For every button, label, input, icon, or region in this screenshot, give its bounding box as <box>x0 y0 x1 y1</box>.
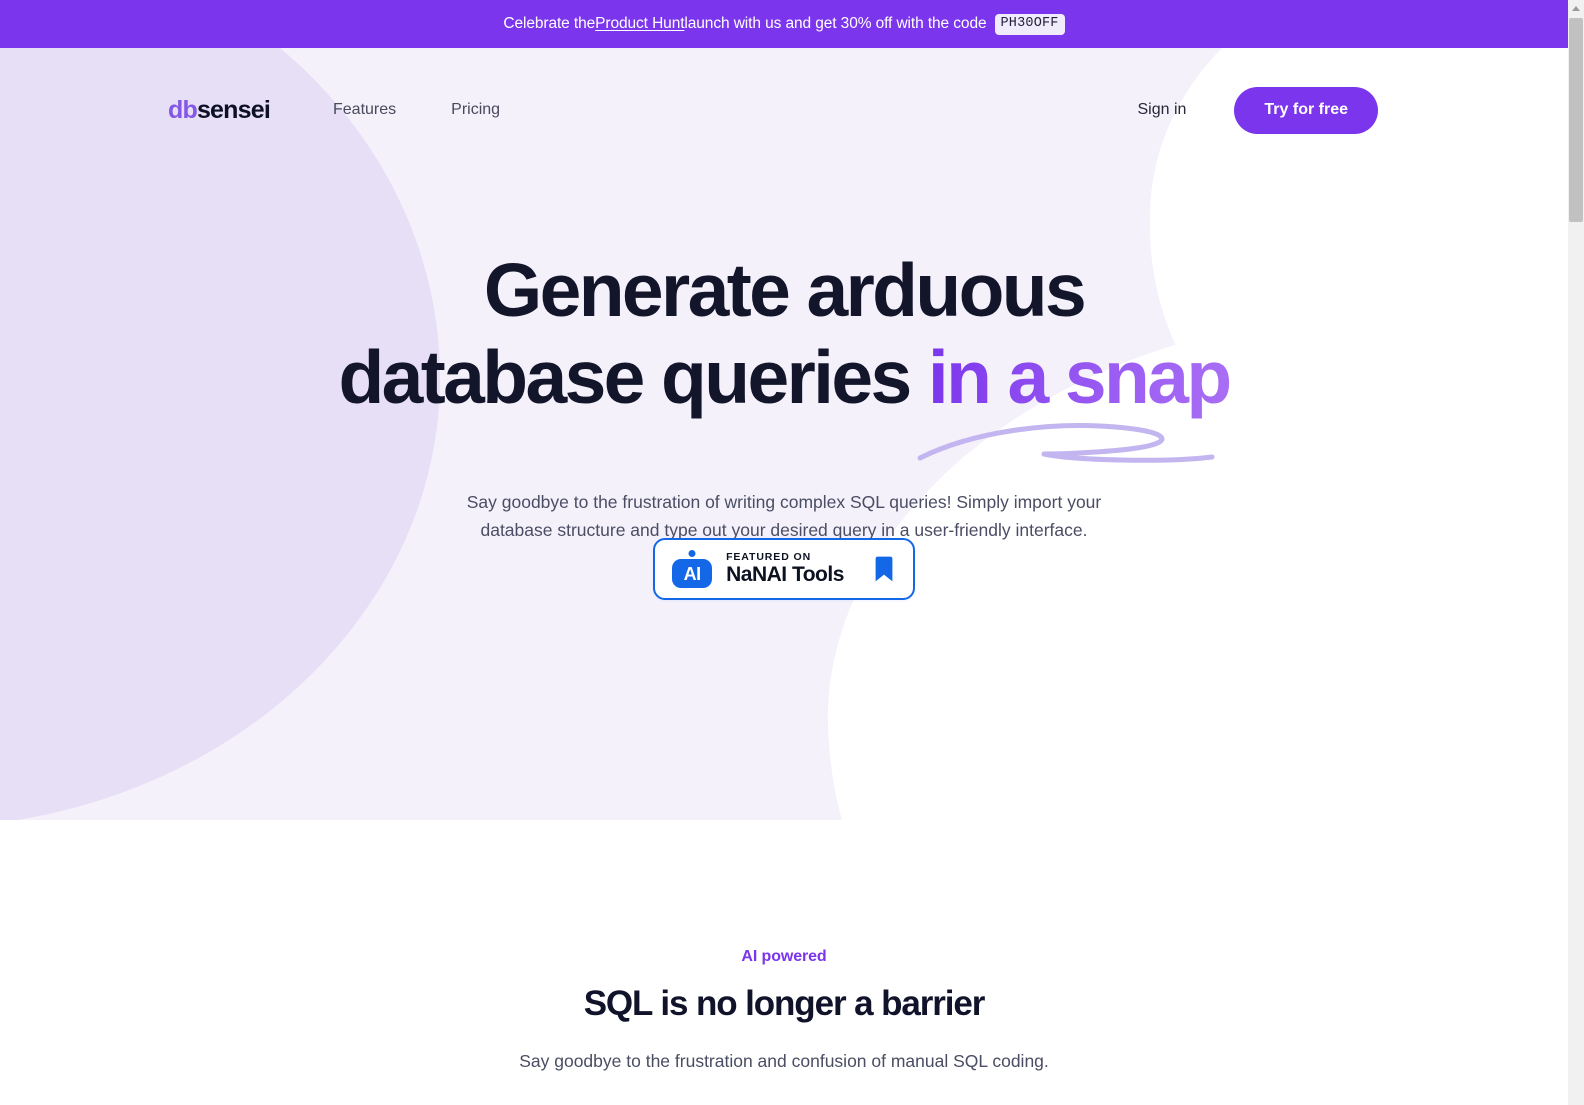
try-for-free-button[interactable]: Try for free <box>1234 86 1378 134</box>
badge-kicker: FEATURED ON <box>726 550 812 563</box>
sign-in-link[interactable]: Sign in <box>1137 101 1186 119</box>
hero-subtitle-line-1: Say goodbye to the frustration of writin… <box>466 492 1102 512</box>
page-content: Celebrate the Product Hunt launch with u… <box>0 0 1568 1105</box>
product-hunt-link[interactable]: Product Hunt <box>595 15 684 33</box>
scrollbar-thumb[interactable] <box>1569 18 1583 222</box>
nav-links: Features Pricing <box>333 101 500 119</box>
promo-prefix: Celebrate the <box>503 15 596 32</box>
browser-viewport: Celebrate the Product Hunt launch with u… <box>0 0 1584 1105</box>
hero-section: dbsensei Features Pricing Sign in Try fo… <box>0 48 1568 820</box>
hero-content: dbsensei Features Pricing Sign in Try fo… <box>0 48 1568 820</box>
section-subtitle: Say goodbye to the frustration and confu… <box>519 1051 1049 1071</box>
hero-subtitle: Say goodbye to the frustration of writin… <box>0 488 1568 544</box>
headline-accent-text: in a snap <box>927 335 1232 419</box>
badge-title: NaNAI Tools <box>726 563 844 587</box>
brand-logo[interactable]: dbsensei <box>168 95 271 125</box>
headline-line-1: Generate arduous <box>483 248 1087 332</box>
section-eyebrow: AI powered <box>741 948 827 965</box>
main-navigation: dbsensei Features Pricing Sign in Try fo… <box>0 48 1568 172</box>
nav-link-features[interactable]: Features <box>333 101 396 119</box>
squiggle-underline-icon <box>917 423 1215 463</box>
promo-banner: Celebrate the Product Hunt launch with u… <box>0 0 1568 48</box>
ai-icon-label: AI <box>683 563 702 584</box>
nav-link-pricing[interactable]: Pricing <box>451 101 500 119</box>
nav-actions: Sign in Try for free <box>1137 86 1378 134</box>
headline-line-2: database queries in a snap <box>0 340 1568 415</box>
logo-text-db: db <box>168 95 198 124</box>
logo-text-sensei: sensei <box>196 95 271 124</box>
promo-code-badge[interactable]: PH30OFF <box>994 13 1065 35</box>
ai-robot-icon: AI <box>672 550 713 588</box>
featured-badge-wrapper: AI FEATURED ON NaNAI Tools <box>0 538 1568 600</box>
bookmark-icon <box>875 556 893 581</box>
section-heading: SQL is no longer a barrier <box>583 984 986 1023</box>
ai-powered-section: AI powered SQL is no longer a barrier Sa… <box>0 820 1568 1105</box>
scroll-up-arrow-icon[interactable] <box>1568 0 1584 17</box>
promo-middle: launch with us and get 30% off with the … <box>684 15 987 32</box>
featured-on-nanai-tools-badge[interactable]: AI FEATURED ON NaNAI Tools <box>653 538 915 600</box>
headline-plain-text: database queries <box>338 335 928 419</box>
hero-headline: Generate arduous database queries in a s… <box>0 253 1568 415</box>
promo-banner-text: Celebrate the Product Hunt launch with u… <box>503 13 1065 35</box>
ai-icon-antenna <box>688 550 696 557</box>
badge-text-block: FEATURED ON NaNAI Tools <box>726 552 844 587</box>
ai-icon-head: AI <box>672 559 713 588</box>
vertical-scrollbar[interactable] <box>1568 0 1584 1105</box>
